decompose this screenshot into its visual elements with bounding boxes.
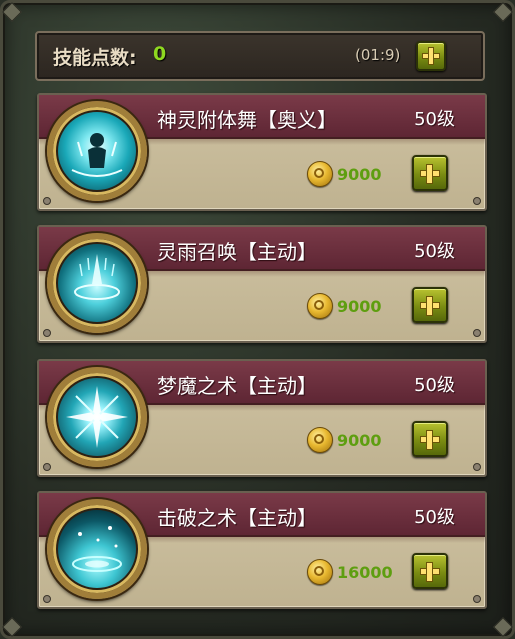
upgrade-skill-button[interactable] [412,287,448,323]
skill-points-bar: 技能点数: 0 (01:9) [35,31,485,81]
upgrade-skill-button[interactable] [412,421,448,457]
upgrade-skill-button[interactable] [412,553,448,589]
rivet [43,463,51,471]
rivet [473,595,481,603]
skill-card: 梦魔之术【主动】 50级 9000 [37,359,487,477]
gold-coin-icon [307,427,333,453]
skill-card: 灵雨召唤【主动】 50级 9000 [37,225,487,343]
nightmare-burst-icon[interactable] [47,367,147,467]
skill-name: 神灵附体舞【奥义】 [157,108,337,132]
skill-points-timer: (01:9) [355,46,401,64]
plus-icon-bar [427,165,432,183]
starburst-icon [66,386,128,448]
skill-points-value: 0 [153,43,167,65]
skill-card: 神灵附体舞【奥义】 50级 9000 [37,93,487,211]
break-ripple-icon[interactable] [47,499,147,599]
upgrade-cost: 9000 [337,431,382,450]
plus-icon-bar [427,297,432,315]
upgrade-cost: 9000 [337,297,382,316]
rivet [43,197,51,205]
skill-card: 击破之术【主动】 50级 16000 [37,491,487,609]
skill-name: 击破之术【主动】 [157,506,317,530]
skill-level: 50级 [414,241,455,262]
add-skill-points-button[interactable] [416,41,446,71]
plus-icon-bar [429,48,433,64]
ripple-icon [72,526,122,572]
upgrade-cost: 9000 [337,165,382,184]
gold-coin-icon [307,293,333,319]
corner-ornament [2,617,22,637]
rivet [473,329,481,337]
upgrade-skill-button[interactable] [412,155,448,191]
skill-level: 50级 [414,507,455,528]
rivet [43,329,51,337]
gold-coin-icon [307,161,333,187]
rivet [43,595,51,603]
rivet [473,197,481,205]
plus-icon-bar [427,431,432,449]
spirit-possession-icon[interactable] [47,101,147,201]
skill-points-label: 技能点数: [53,47,137,69]
corner-ornament [493,2,513,22]
spirit-rain-icon[interactable] [47,233,147,333]
upgrade-cost: 16000 [337,563,393,582]
skill-panel: 技能点数: 0 (01:9) 神灵附体舞【奥义】 50级 9000 灵雨召唤【主… [0,0,515,639]
skill-name: 梦魔之术【主动】 [157,374,317,398]
gold-coin-icon [307,559,333,585]
rivet [473,463,481,471]
corner-ornament [493,617,513,637]
skill-level: 50级 [414,109,455,130]
corner-ornament [2,2,22,22]
skill-name: 灵雨召唤【主动】 [157,240,317,264]
plus-icon-bar [427,563,432,581]
rain-column-icon [74,254,120,300]
skill-level: 50级 [414,375,455,396]
dancer-figure-icon [71,133,123,177]
